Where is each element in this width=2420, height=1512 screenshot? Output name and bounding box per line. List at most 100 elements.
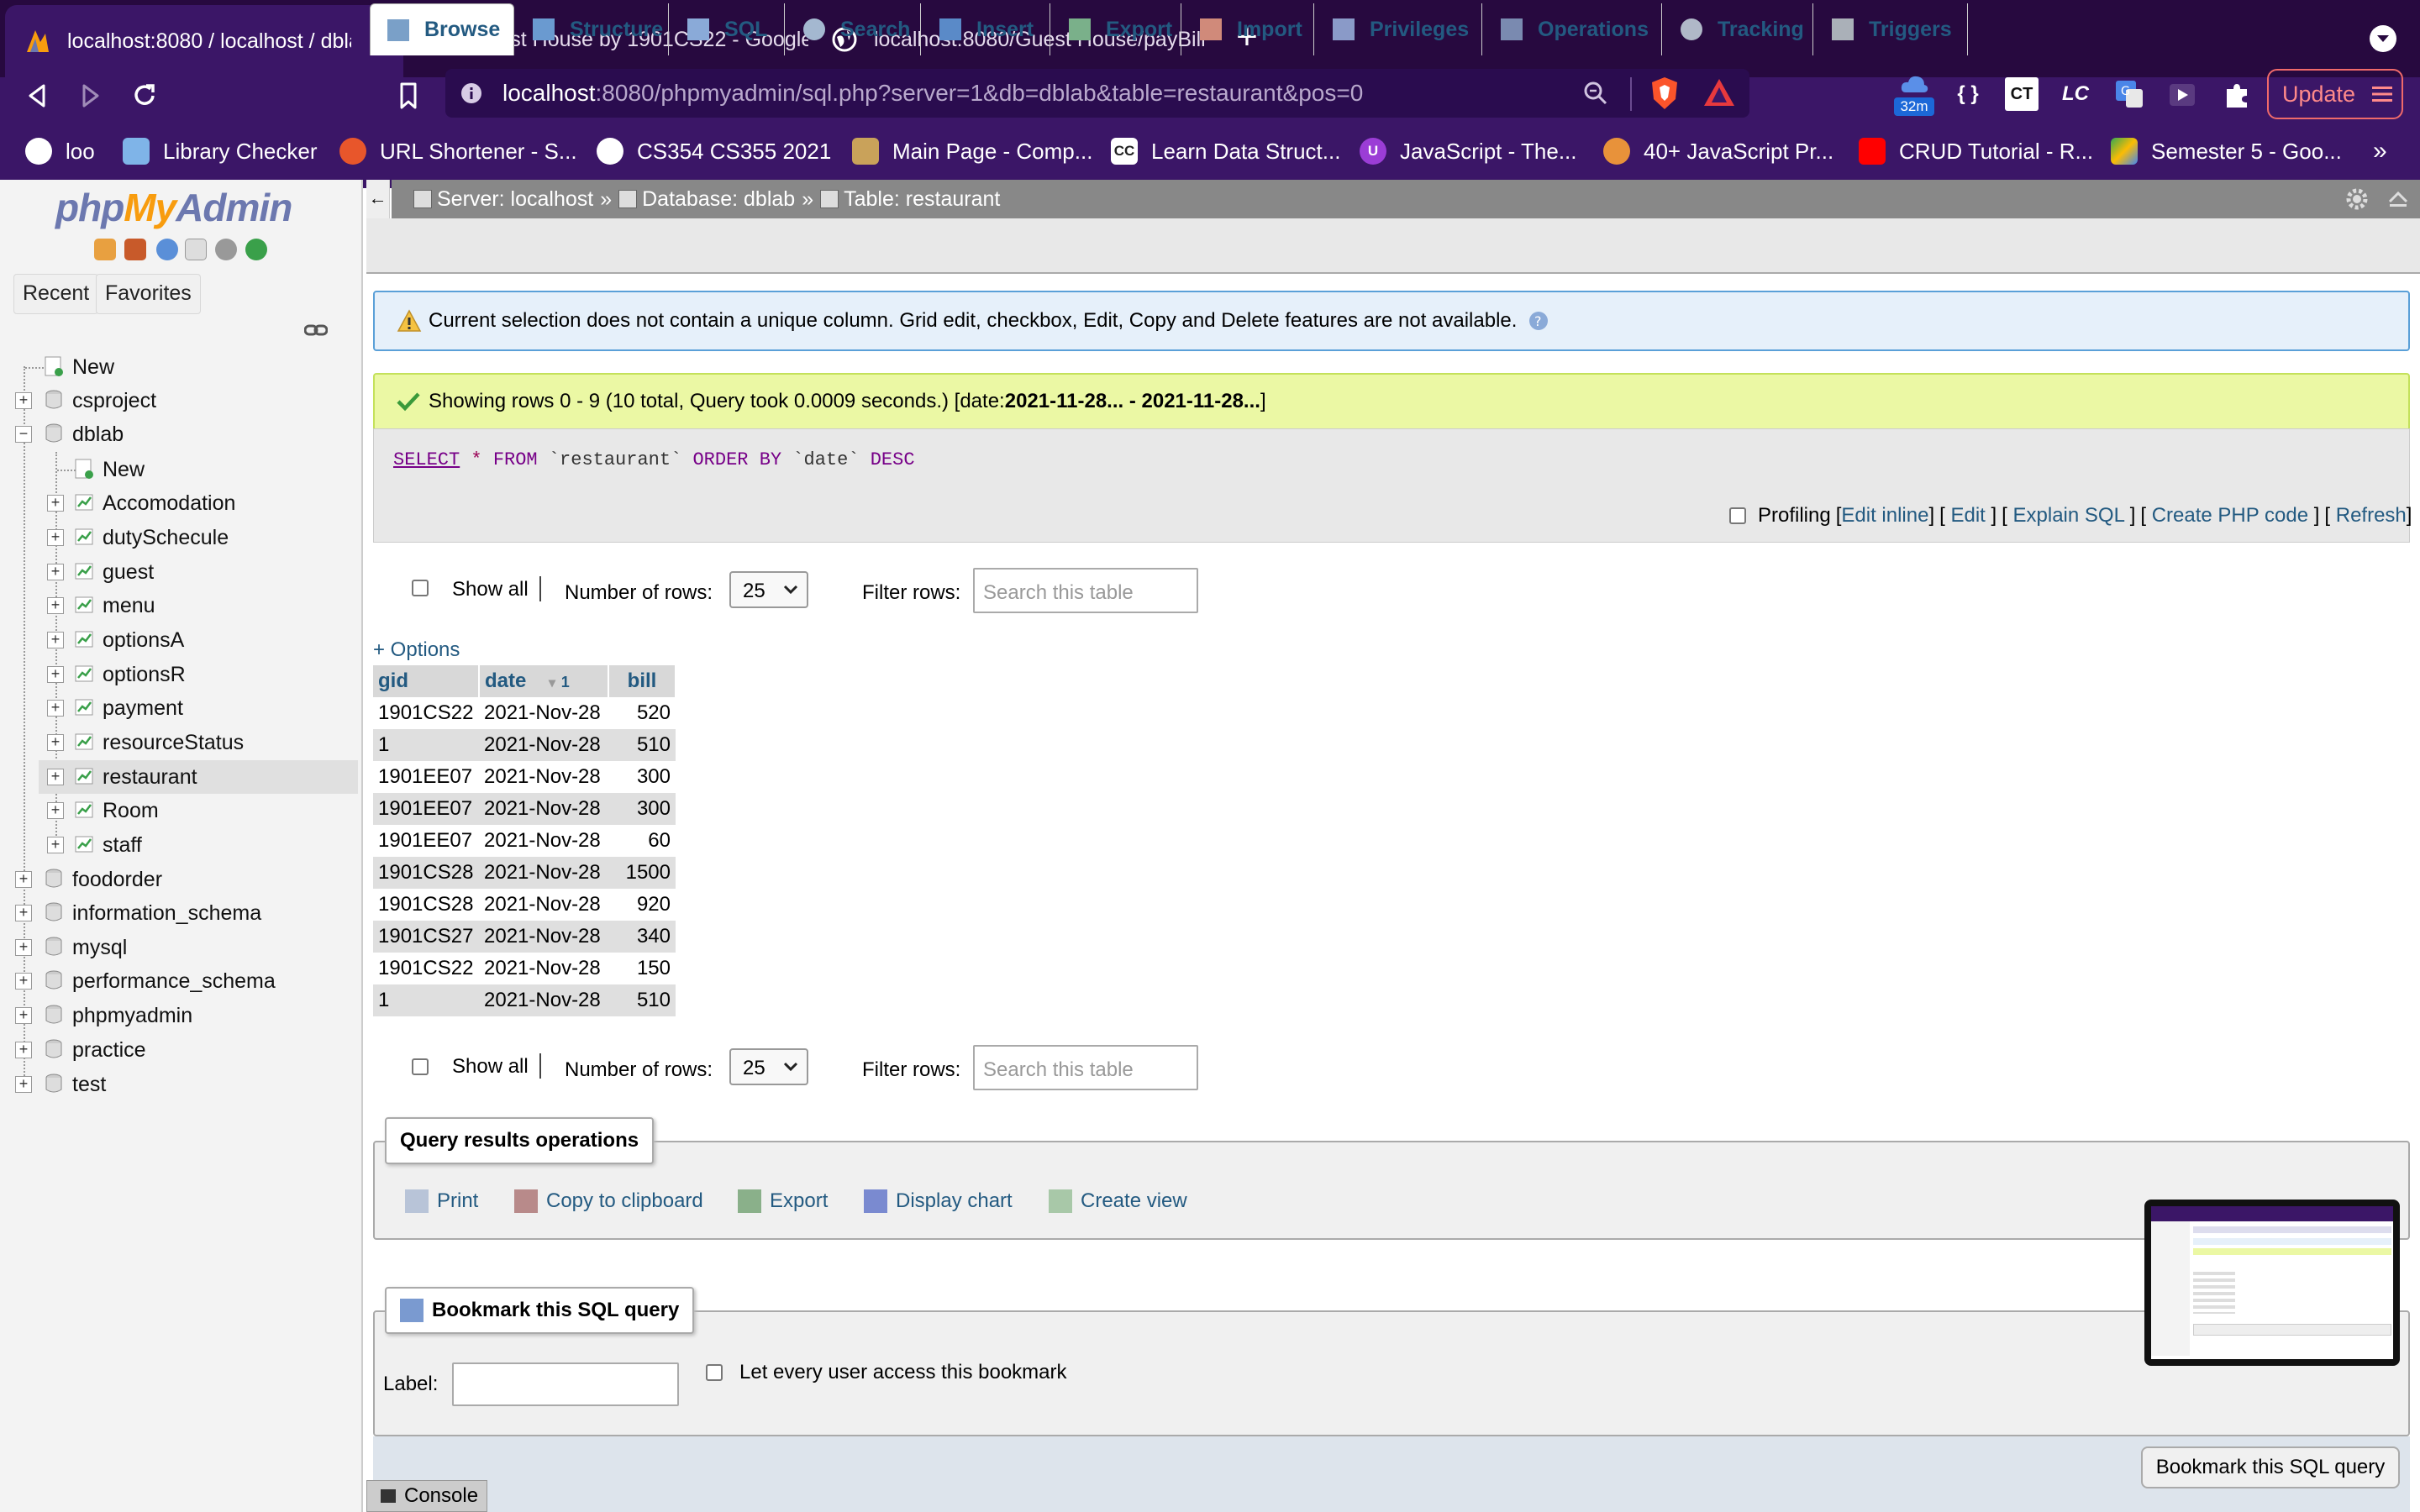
tree-item-db[interactable]: + test — [0, 1068, 361, 1101]
page-thumbnail[interactable] — [2144, 1200, 2400, 1366]
tab-sql[interactable]: SQL — [671, 3, 785, 55]
column-header-gid[interactable]: gid — [373, 665, 480, 697]
tree-item-table[interactable]: + guest — [0, 555, 361, 589]
bookmark-item[interactable]: U JavaScript - The... — [1360, 136, 1577, 166]
sql-keyword-select[interactable]: SELECT — [393, 449, 460, 470]
extensions-puzzle-icon[interactable] — [2222, 79, 2252, 109]
breadcrumb-server[interactable]: Server: localhost — [413, 187, 593, 212]
tree-item-new[interactable]: New — [0, 350, 361, 384]
column-header-date[interactable]: date ▾ 1 — [479, 665, 609, 697]
help-icon[interactable] — [156, 239, 178, 260]
tab-privileges[interactable]: Privileges — [1316, 3, 1482, 55]
json-extension-icon[interactable]: { } — [1951, 77, 1985, 111]
tree-item-db[interactable]: + performance_schema — [0, 964, 361, 998]
tree-item-db[interactable]: + information_schema — [0, 896, 361, 930]
print-link[interactable]: Print — [405, 1189, 478, 1213]
show-all-checkbox[interactable] — [412, 580, 429, 596]
create-php-link[interactable]: Create PHP code — [2152, 504, 2308, 527]
tab-export[interactable]: Export — [1052, 3, 1181, 55]
expand-icon[interactable]: + — [47, 837, 64, 853]
collapse-nav-arrow-icon[interactable]: ← — [366, 180, 390, 218]
tab-import[interactable]: Import — [1183, 3, 1314, 55]
home-icon[interactable] — [94, 239, 116, 260]
bookmark-item[interactable]: loo — [25, 136, 95, 166]
tab-tracking[interactable]: Tracking — [1664, 3, 1813, 55]
tab-operations[interactable]: Operations — [1484, 3, 1662, 55]
tree-item-table[interactable]: + resourceStatus — [0, 726, 361, 759]
bookmark-sql-query-button[interactable]: Bookmark this SQL query — [2141, 1446, 2400, 1488]
expand-icon[interactable]: + — [15, 939, 32, 956]
collapse-top-icon[interactable] — [2388, 190, 2408, 208]
tree-item-new-table[interactable]: New — [0, 453, 361, 486]
tree-item-db[interactable]: + foodorder — [0, 863, 361, 896]
show-all-checkbox[interactable] — [412, 1058, 429, 1075]
favorites-button[interactable]: Favorites — [96, 274, 201, 314]
bookmark-page-icon[interactable] — [392, 79, 425, 113]
bookmark-item[interactable]: Library Checker — [123, 136, 318, 166]
expand-icon[interactable]: + — [47, 802, 64, 819]
expand-icon[interactable]: + — [15, 1007, 32, 1024]
filter-rows-input[interactable]: Search this table — [973, 1045, 1198, 1090]
tree-item-table[interactable]: + Room — [0, 794, 361, 827]
link-icon[interactable] — [304, 323, 328, 338]
expand-icon[interactable]: + — [15, 1076, 32, 1093]
collapse-icon[interactable]: − — [15, 426, 32, 443]
ct-extension-icon[interactable]: CT — [2005, 77, 2039, 111]
tree-item-db[interactable]: + csproject — [0, 384, 361, 417]
bookmark-item[interactable]: CC Learn Data Struct... — [1111, 136, 1340, 166]
every-user-checkbox[interactable] — [706, 1364, 723, 1381]
tree-item-table[interactable]: + payment — [0, 691, 361, 725]
phpmyadmin-logo[interactable]: phpMyAdmin — [55, 185, 292, 230]
expand-icon[interactable]: + — [15, 1042, 32, 1058]
export-link[interactable]: Export — [738, 1189, 828, 1213]
bookmark-item[interactable]: CS354 CS355 2021 — [597, 136, 831, 166]
refresh-link[interactable]: Refresh — [2336, 504, 2407, 527]
tree-item-db-expanded[interactable]: − dblab — [0, 417, 361, 451]
tab-search[interactable]: Search — [786, 3, 921, 55]
browser-tab-active[interactable]: localhost:8080 / localhost / dblab ✕ — [5, 5, 403, 77]
rows-per-page-select[interactable]: 25 — [729, 1048, 808, 1085]
docs-icon[interactable] — [185, 239, 207, 260]
tree-item-table-selected[interactable]: + restaurant — [39, 760, 358, 794]
media-play-icon[interactable] — [2168, 81, 2196, 109]
edit-inline-link[interactable]: Edit inline — [1841, 504, 1928, 527]
lc-extension-icon[interactable]: LC — [2059, 77, 2092, 111]
bookmark-item[interactable]: Main Page - Comp... — [852, 136, 1092, 166]
forward-arrow-icon[interactable] — [74, 79, 108, 113]
profiling-checkbox[interactable] — [1729, 507, 1746, 524]
expand-icon[interactable]: + — [15, 392, 32, 409]
tab-insert[interactable]: Insert — [923, 3, 1050, 55]
tab-browse[interactable]: Browse — [370, 3, 514, 55]
brave-rewards-icon[interactable] — [1702, 77, 1736, 109]
bookmark-label-input[interactable] — [452, 1362, 679, 1406]
filter-rows-input[interactable]: Search this table — [973, 568, 1198, 613]
zoom-icon[interactable] — [1583, 81, 1608, 106]
expand-icon[interactable]: + — [47, 632, 64, 648]
settings-gear-icon[interactable] — [2346, 188, 2368, 210]
create-view-link[interactable]: Create view — [1049, 1189, 1187, 1213]
bookmarks-overflow-button[interactable]: » — [2373, 136, 2387, 166]
console-tab[interactable]: Console — [366, 1480, 487, 1512]
tree-item-table[interactable]: + dutySchecule — [0, 521, 361, 554]
edit-link[interactable]: Edit — [1950, 504, 1985, 527]
copy-to-clipboard-link[interactable]: Copy to clipboard — [514, 1189, 703, 1213]
column-header-bill[interactable]: bill — [608, 665, 676, 697]
reload-icon[interactable] — [128, 79, 161, 113]
logout-icon[interactable] — [124, 239, 146, 260]
options-link[interactable]: + Options — [373, 638, 460, 662]
expand-icon[interactable]: + — [47, 529, 64, 546]
breadcrumb-database[interactable]: Database: dblab — [618, 187, 795, 212]
expand-icon[interactable]: + — [47, 666, 64, 683]
expand-icon[interactable]: + — [47, 597, 64, 614]
tab-triggers[interactable]: Triggers — [1815, 3, 1968, 55]
extension-badge[interactable]: 32m — [1891, 72, 1938, 119]
rows-per-page-select[interactable]: 25 — [729, 571, 808, 608]
help-icon[interactable]: ? — [1528, 311, 1549, 331]
recent-button[interactable]: Recent — [13, 274, 99, 314]
expand-icon[interactable]: + — [15, 905, 32, 921]
tree-item-db[interactable]: + mysql — [0, 931, 361, 964]
url-text[interactable]: localhost:8080/phpmyadmin/sql.php?server… — [502, 80, 1363, 107]
display-chart-link[interactable]: Display chart — [864, 1189, 1013, 1213]
breadcrumb-table[interactable]: Table: restaurant — [820, 187, 1000, 212]
expand-icon[interactable]: + — [47, 769, 64, 785]
